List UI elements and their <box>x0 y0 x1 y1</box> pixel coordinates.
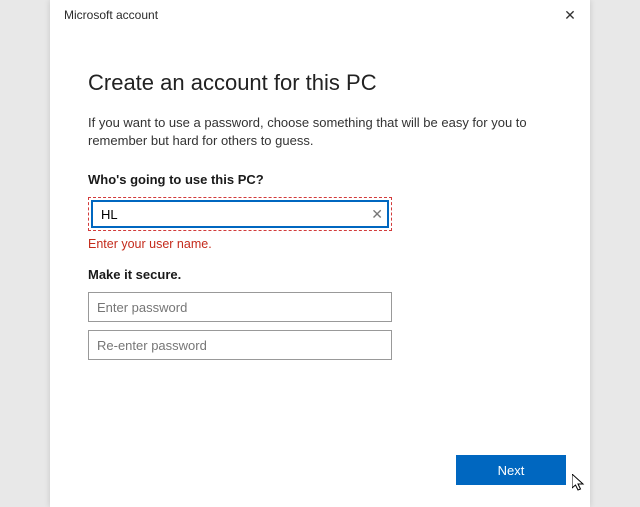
close-icon: ✕ <box>564 7 576 24</box>
password-label: Make it secure. <box>88 267 552 282</box>
close-button[interactable]: ✕ <box>550 0 590 30</box>
username-error: Enter your user name. <box>88 237 552 251</box>
dialog-window: Microsoft account ✕ Create an account fo… <box>50 0 590 507</box>
page-description: If you want to use a password, choose so… <box>88 114 552 150</box>
next-button[interactable]: Next <box>456 455 566 485</box>
title-bar: Microsoft account ✕ <box>50 0 590 30</box>
password-confirm-input[interactable] <box>88 330 392 360</box>
username-label: Who's going to use this PC? <box>88 172 552 187</box>
content-area: Create an account for this PC If you wan… <box>50 30 590 455</box>
username-field-wrapper: ✕ <box>88 197 392 231</box>
window-title: Microsoft account <box>64 8 158 22</box>
footer: Next <box>50 455 590 507</box>
password-input[interactable] <box>88 292 392 322</box>
page-title: Create an account for this PC <box>88 70 552 96</box>
clear-icon[interactable]: ✕ <box>371 207 383 221</box>
username-input[interactable] <box>91 200 389 228</box>
